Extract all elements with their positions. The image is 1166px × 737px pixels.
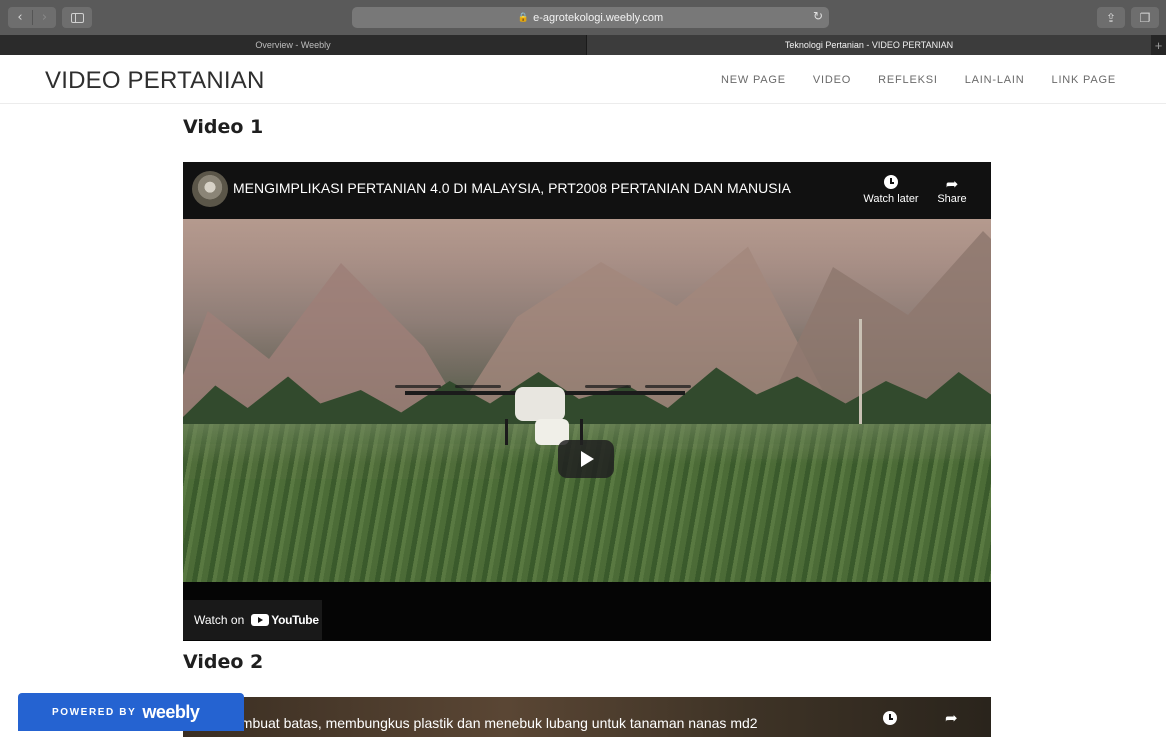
nav-link-page[interactable]: LINK PAGE [1052,74,1116,86]
share-icon: ⇪ [1105,10,1117,25]
video-1-topbar: MENGIMPLIKASI PERTANIAN 4.0 DI MALAYSIA,… [183,162,991,219]
site-nav: NEW PAGE VIDEO REFLEKSI LAIN-LAIN LINK P… [721,74,1116,86]
tab-overview-button[interactable]: ❐ [1131,7,1159,28]
tab-overview-weebly[interactable]: Overview - Weebly [0,35,587,55]
sidebar-toggle-button[interactable] [62,7,92,28]
share-arrow-icon: ➦ [945,175,959,193]
tabs-icon: ❐ [1139,10,1151,25]
video-thumbnail[interactable] [183,219,991,582]
drone-image [395,379,695,469]
video-share-button[interactable]: ➦ Share [936,175,968,205]
video-2-heading: Video 2 [183,651,264,673]
video-1-heading: Video 1 [183,116,264,138]
url-text: e-agrotekologi.weebly.com [533,11,664,24]
share-label: Share [937,193,967,205]
nav-lain-lain[interactable]: LAIN-LAIN [965,74,1025,86]
watch-later-button[interactable]: Watch later [860,175,922,205]
video-1-title[interactable]: MENGIMPLIKASI PERTANIAN 4.0 DI MALAYSIA,… [233,180,791,196]
channel-avatar[interactable] [192,171,228,207]
play-button[interactable] [558,440,614,478]
browser-toolbar: ‹ › 🔒 e-agrotekologi.weebly.com ↻ ⇪ ❐ [0,0,1166,35]
share-button[interactable]: ⇪ [1097,7,1125,28]
plus-icon: + [1154,37,1163,53]
share-arrow-icon[interactable]: ➦ [945,709,958,727]
watch-on-youtube-button[interactable]: Watch on YouTube [183,600,322,640]
site-header: VIDEO PERTANIAN NEW PAGE VIDEO REFLEKSI … [0,55,1166,104]
tab-video-pertanian[interactable]: Teknologi Pertanian - VIDEO PERTANIAN [587,35,1151,55]
video-1-player[interactable]: MENGIMPLIKASI PERTANIAN 4.0 DI MALAYSIA,… [183,162,991,641]
powered-by-weebly-badge[interactable]: POWERED BY weebly [18,693,244,731]
address-bar[interactable]: 🔒 e-agrotekologi.weebly.com ↻ [352,7,829,28]
watch-later-label: Watch later [863,193,919,205]
play-icon [581,451,594,467]
lock-icon: 🔒 [517,12,530,22]
watch-on-label: Watch on [194,613,245,627]
nav-refleksi[interactable]: REFLEKSI [878,74,938,86]
clock-icon[interactable] [883,711,897,725]
video-2-player[interactable]: embuat batas, membungkus plastik dan men… [183,697,991,737]
back-icon[interactable]: ‹ [8,10,32,25]
tab-bar: Overview - Weebly Teknologi Pertanian - … [0,35,1166,55]
new-tab-button[interactable]: + [1151,35,1166,55]
clock-icon [884,175,898,189]
forward-icon[interactable]: › [32,10,56,25]
video-2-title[interactable]: embuat batas, membungkus plastik dan men… [233,715,758,731]
nav-new-page[interactable]: NEW PAGE [721,74,786,86]
back-forward-buttons[interactable]: ‹ › [8,7,56,28]
nav-video[interactable]: VIDEO [813,74,851,86]
site-title[interactable]: VIDEO PERTANIAN [45,67,265,95]
youtube-play-icon [251,614,270,626]
reload-icon[interactable]: ↻ [813,9,823,23]
sidebar-icon [70,12,84,23]
weebly-logo: weebly [142,701,200,722]
video-1-bottombar: Watch on YouTube [183,582,991,641]
youtube-logo: YouTube [251,613,319,627]
powered-by-label: POWERED BY [52,706,137,718]
